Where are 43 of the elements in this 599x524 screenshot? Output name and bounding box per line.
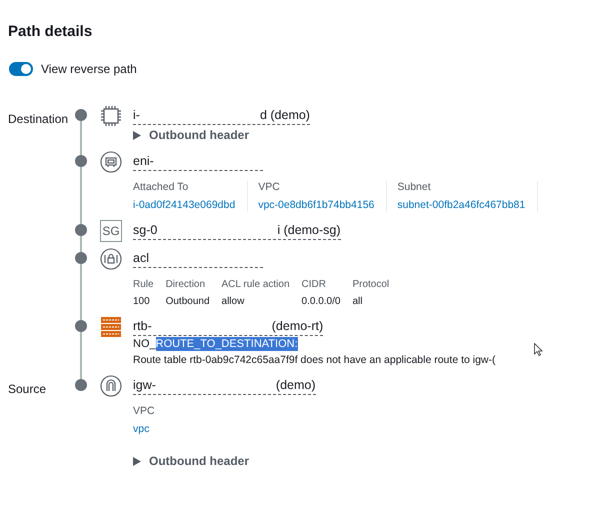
page-title: Path details [7, 22, 94, 42]
column-header: Protocol [352, 278, 390, 292]
detail-label: VPC [133, 405, 155, 418]
toggle-switch[interactable] [9, 62, 33, 76]
detail-link[interactable]: i-0ad0f24143e069dbd [133, 199, 236, 212]
table-cell-text: all [352, 295, 364, 308]
detail-link[interactable]: subnet-00fb2a46fc467bb81 [397, 199, 526, 212]
table-cell: 0.0.0.0/0 [302, 295, 352, 308]
resource-name-link[interactable]: i- d (demo) [133, 107, 310, 125]
outbound-header-expander[interactable]: Outbound header [133, 128, 249, 143]
column-header: Rule [133, 278, 155, 292]
chip-icon [100, 105, 122, 127]
lock-icon [100, 248, 122, 270]
detail-link[interactable]: vpc [133, 423, 155, 436]
column-header: ACL rule action [222, 278, 291, 292]
detail-link[interactable]: vpc-0e8db6f1b74bb4156 [258, 199, 374, 212]
table-cell: Outbound [166, 295, 222, 308]
detail-label: Subnet [397, 181, 432, 194]
table-cell: allow [222, 295, 302, 308]
detail-label: Attached To [133, 181, 190, 194]
column-header: Direction [166, 278, 222, 295]
detail-label: VPC [258, 181, 281, 194]
resource-name-link[interactable]: eni- [133, 153, 263, 171]
column-header: CIDR [302, 278, 327, 292]
gateway-icon [100, 375, 122, 397]
resource-name-link[interactable]: acl [133, 250, 263, 268]
toggle-label: View reverse path [41, 61, 137, 78]
error-code-selection: ROUTE_TO_DESTINATION: [156, 337, 298, 351]
role-label: Source [8, 382, 46, 396]
route-table-icon [100, 316, 122, 338]
outbound-header-expander[interactable]: Outbound header [133, 454, 249, 469]
table-cell-text: 100 [133, 295, 151, 308]
mouse-pointer-icon [534, 343, 543, 356]
caret-icon [133, 457, 141, 466]
network-card-icon [100, 151, 122, 173]
error-code: NO_ [133, 337, 156, 351]
resource-name-link[interactable]: sg-0 i (demo-sg) [133, 222, 341, 240]
error-message: Route table rtb-0ab9c742c65aa7f9f does not have an applicable route to igw-( [133, 354, 496, 367]
role-label: Destination [8, 112, 68, 126]
sg-icon: SG [100, 220, 122, 242]
caret-icon [133, 131, 141, 140]
resource-name-link[interactable]: rtb- (demo-rt) [133, 318, 324, 336]
resource-name-link[interactable]: igw- (demo) [133, 377, 316, 395]
